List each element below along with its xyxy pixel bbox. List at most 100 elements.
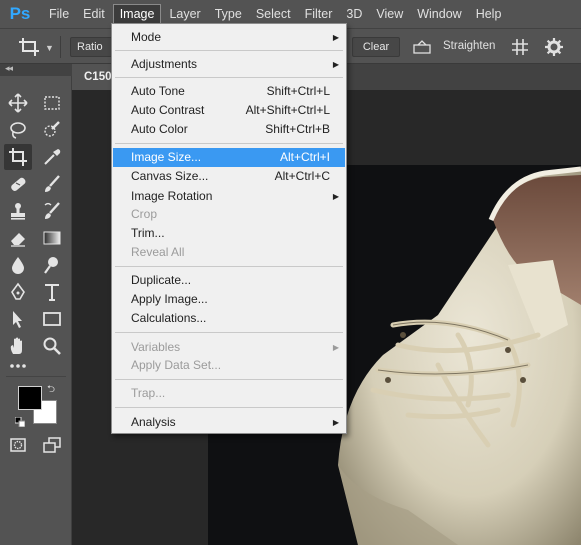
menu-separator bbox=[115, 266, 343, 267]
menu-separator bbox=[115, 332, 343, 333]
menu-item-auto-color[interactable]: Auto Color Shift+Ctrl+B bbox=[113, 120, 345, 139]
menu-separator bbox=[115, 407, 343, 408]
ratio-select[interactable]: Ratio bbox=[70, 37, 116, 57]
menu-item-label: Duplicate... bbox=[131, 273, 192, 287]
menu-item-label: Mode bbox=[131, 30, 162, 44]
default-colors-icon[interactable] bbox=[14, 416, 26, 428]
gradient-tool-icon[interactable] bbox=[38, 225, 66, 251]
menu-item-calculations[interactable]: Calculations... bbox=[113, 309, 345, 328]
menu-item-label: Variables bbox=[131, 340, 181, 354]
chevron-down-icon[interactable]: ▼ bbox=[45, 43, 54, 53]
menu-edit[interactable]: Edit bbox=[77, 3, 111, 25]
menu-item-analysis[interactable]: Analysis ▶ bbox=[113, 413, 345, 432]
menu-item-trap[interactable]: Trap... bbox=[113, 384, 345, 403]
healing-brush-tool-icon[interactable] bbox=[4, 171, 32, 197]
menu-item-shortcut: Alt+Ctrl+I bbox=[279, 150, 330, 164]
menu-item-label: Image Rotation bbox=[131, 189, 213, 203]
zoom-tool-icon[interactable] bbox=[38, 333, 66, 359]
swap-colors-icon[interactable]: ⮌ bbox=[47, 382, 55, 399]
screen-mode-icon[interactable] bbox=[38, 432, 66, 458]
eyedropper-tool-icon[interactable] bbox=[38, 144, 66, 170]
menu-file[interactable]: File bbox=[43, 3, 75, 25]
menu-item-shortcut: Shift+Ctrl+L bbox=[266, 84, 330, 98]
blur-tool-icon[interactable] bbox=[4, 252, 32, 278]
submenu-arrow-icon: ▶ bbox=[332, 418, 339, 427]
menu-item-label: Apply Image... bbox=[131, 292, 208, 306]
options-divider bbox=[60, 36, 61, 58]
menu-item-reveal-all[interactable]: Reveal All bbox=[113, 243, 345, 262]
crop-tool-button-icon[interactable] bbox=[4, 144, 32, 170]
submenu-arrow-icon: ▶ bbox=[332, 343, 339, 352]
menu-separator bbox=[115, 50, 343, 51]
submenu-arrow-icon: ▶ bbox=[332, 33, 339, 42]
menu-help[interactable]: Help bbox=[470, 3, 508, 25]
menu-item-image-rotation[interactable]: Image Rotation ▶ bbox=[113, 187, 345, 206]
crop-tool-icon[interactable] bbox=[17, 37, 43, 57]
menu-item-label: Adjustments bbox=[131, 57, 198, 71]
menu-item-label: Image Size... bbox=[131, 150, 202, 164]
foreground-color-swatch[interactable] bbox=[18, 386, 42, 410]
brush-tool-icon[interactable] bbox=[38, 171, 66, 197]
marquee-tool-icon[interactable] bbox=[38, 90, 66, 116]
tools-panel: ⮌ bbox=[0, 76, 72, 545]
menu-item-apply-data-set[interactable]: Apply Data Set... bbox=[113, 356, 345, 375]
menu-item-label: Auto Color bbox=[131, 122, 188, 136]
menu-item-label: Trap... bbox=[131, 386, 166, 400]
photoshop-logo: Ps bbox=[9, 4, 31, 23]
path-selection-tool-icon[interactable] bbox=[4, 306, 32, 332]
dodge-tool-icon[interactable] bbox=[38, 252, 66, 278]
menu-item-label: Reveal All bbox=[131, 245, 185, 259]
menu-item-trim[interactable]: Trim... bbox=[113, 224, 345, 243]
menu-item-shortcut: Alt+Shift+Ctrl+L bbox=[245, 103, 330, 117]
move-tool-icon[interactable] bbox=[4, 90, 32, 116]
eraser-tool-icon[interactable] bbox=[4, 225, 32, 251]
menu-item-auto-tone[interactable]: Auto Tone Shift+Ctrl+L bbox=[113, 82, 345, 101]
menu-view[interactable]: View bbox=[370, 3, 409, 25]
tools-divider bbox=[6, 376, 66, 377]
rectangle-tool-icon[interactable] bbox=[38, 306, 66, 332]
quick-selection-tool-icon[interactable] bbox=[38, 117, 66, 143]
menu-separator bbox=[115, 379, 343, 380]
image-menu-dropdown: Mode ▶ Adjustments ▶ Auto Tone Shift+Ctr… bbox=[111, 23, 347, 434]
menu-image[interactable]: Image bbox=[112, 3, 162, 25]
submenu-arrow-icon: ▶ bbox=[332, 192, 339, 201]
lasso-tool-icon[interactable] bbox=[4, 117, 32, 143]
menu-item-label: Auto Contrast bbox=[131, 103, 205, 117]
gear-icon[interactable] bbox=[545, 38, 563, 56]
menu-item-canvas-size[interactable]: Canvas Size... Alt+Ctrl+C bbox=[113, 167, 345, 186]
menu-item-shortcut: Shift+Ctrl+B bbox=[265, 122, 330, 136]
menu-item-adjustments[interactable]: Adjustments ▶ bbox=[113, 55, 345, 74]
menu-select[interactable]: Select bbox=[250, 3, 297, 25]
menu-item-shortcut: Alt+Ctrl+C bbox=[274, 169, 330, 183]
menu-separator bbox=[115, 143, 343, 144]
clear-button[interactable]: Clear bbox=[352, 37, 400, 57]
menu-item-label: Calculations... bbox=[131, 311, 207, 325]
submenu-arrow-icon: ▶ bbox=[332, 60, 339, 69]
menu-3d[interactable]: 3D bbox=[340, 3, 368, 25]
menu-item-apply-image[interactable]: Apply Image... bbox=[113, 290, 345, 309]
grid-overlay-icon[interactable] bbox=[511, 38, 529, 56]
history-brush-tool-icon[interactable] bbox=[38, 198, 66, 224]
menu-item-label: Trim... bbox=[131, 226, 165, 240]
menu-item-label: Apply Data Set... bbox=[131, 358, 222, 372]
menu-filter[interactable]: Filter bbox=[299, 3, 339, 25]
collapse-panel-icon[interactable]: ◂◂ bbox=[5, 63, 13, 74]
straighten-icon[interactable] bbox=[412, 39, 432, 55]
pen-tool-icon[interactable] bbox=[4, 279, 32, 305]
straighten-label[interactable]: Straighten bbox=[443, 40, 495, 52]
menu-item-auto-contrast[interactable]: Auto Contrast Alt+Shift+Ctrl+L bbox=[113, 101, 345, 120]
quick-mask-icon[interactable] bbox=[4, 432, 32, 458]
menu-type[interactable]: Type bbox=[209, 3, 248, 25]
menu-item-crop[interactable]: Crop bbox=[113, 205, 345, 224]
menu-item-duplicate[interactable]: Duplicate... bbox=[113, 271, 345, 290]
menu-item-label: Canvas Size... bbox=[131, 169, 209, 183]
menu-window[interactable]: Window bbox=[411, 3, 467, 25]
menu-item-label: Analysis bbox=[131, 415, 176, 429]
clone-stamp-tool-icon[interactable] bbox=[4, 198, 32, 224]
menu-item-variables[interactable]: Variables ▶ bbox=[113, 338, 345, 357]
menu-layer[interactable]: Layer bbox=[163, 3, 206, 25]
menu-item-mode[interactable]: Mode ▶ bbox=[113, 28, 345, 47]
menu-item-image-size[interactable]: Image Size... Alt+Ctrl+I bbox=[113, 148, 345, 167]
type-tool-icon[interactable] bbox=[38, 279, 66, 305]
menu-item-label: Auto Tone bbox=[131, 84, 185, 98]
